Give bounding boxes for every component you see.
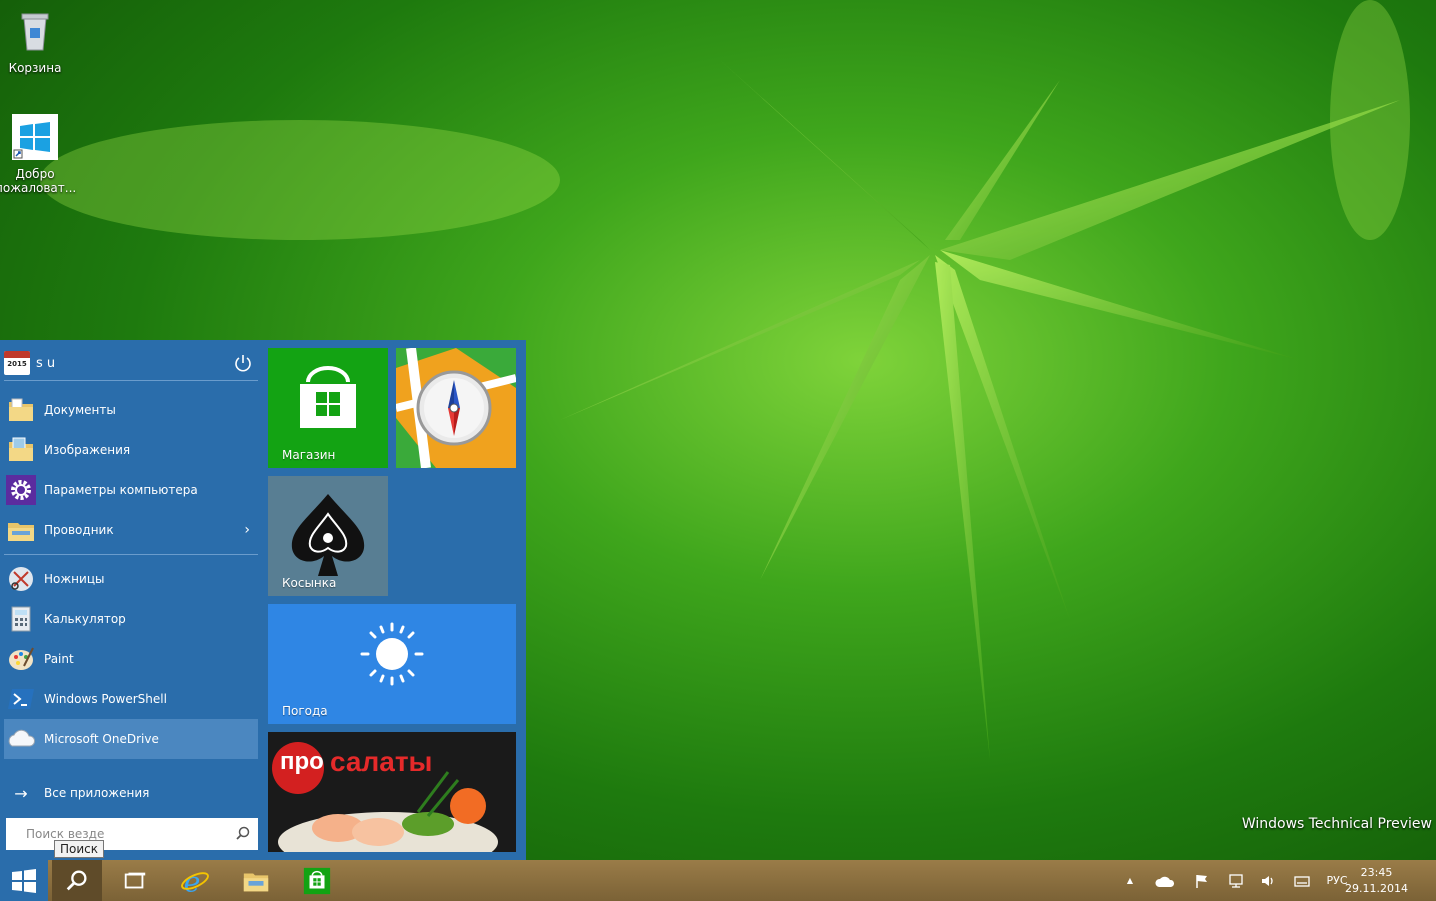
tile-maps[interactable] bbox=[396, 348, 516, 468]
menu-item-calculator[interactable]: Калькулятор bbox=[4, 599, 258, 639]
taskbar-store[interactable] bbox=[292, 860, 342, 901]
power-icon[interactable] bbox=[232, 352, 254, 374]
gear-icon bbox=[6, 475, 36, 505]
all-apps-button[interactable]: → Все приложения bbox=[4, 780, 258, 806]
menu-item-label: Документы bbox=[44, 403, 116, 417]
windows-logo-icon bbox=[12, 114, 58, 160]
desktop-icon-recycle-bin[interactable]: Корзина bbox=[0, 8, 75, 75]
tile-store[interactable]: Магазин bbox=[268, 348, 388, 468]
logo-text-pro: про bbox=[280, 748, 324, 775]
tray-volume[interactable] bbox=[1256, 860, 1280, 901]
menu-item-label: Windows PowerShell bbox=[44, 692, 167, 706]
powershell-icon bbox=[8, 689, 34, 709]
search-box[interactable]: Поиск везде bbox=[6, 818, 258, 850]
menu-item-label: Параметры компьютера bbox=[44, 483, 198, 497]
network-icon bbox=[1229, 873, 1243, 888]
menu-item-explorer[interactable]: Проводник › bbox=[4, 510, 258, 550]
menu-item-pictures[interactable]: Изображения bbox=[4, 430, 258, 470]
search-input[interactable]: Поиск везде bbox=[6, 827, 234, 841]
tray-clock[interactable]: 23:45 29.11.2014 bbox=[1345, 865, 1408, 897]
clock-time: 23:45 bbox=[1360, 866, 1393, 879]
tray-action-center[interactable] bbox=[1190, 860, 1214, 901]
user-row[interactable]: 2015 s u bbox=[4, 346, 258, 381]
keyboard-icon bbox=[1294, 875, 1310, 887]
menu-item-label: Microsoft OneDrive bbox=[44, 732, 159, 746]
tile-solitaire[interactable]: Косынка bbox=[268, 476, 388, 596]
recycle-bin-icon bbox=[21, 13, 49, 51]
taskbar-internet-explorer[interactable]: e bbox=[170, 860, 220, 901]
menu-item-label: Калькулятор bbox=[44, 612, 126, 626]
tile-weather[interactable]: Погода bbox=[268, 604, 516, 724]
menu-item-powershell[interactable]: Windows PowerShell bbox=[4, 679, 258, 719]
tray-keyboard[interactable] bbox=[1290, 860, 1314, 901]
internet-explorer-icon: e bbox=[181, 866, 209, 896]
cloud-icon bbox=[8, 729, 36, 747]
menu-item-pc-settings[interactable]: Параметры компьютера bbox=[4, 470, 258, 510]
chevron-right-icon[interactable]: › bbox=[244, 522, 250, 538]
taskbar: e ▲ РУС 23:45 29.11.2014 bbox=[0, 860, 1436, 901]
all-apps-label: Все приложения bbox=[44, 786, 150, 800]
speaker-icon bbox=[1262, 875, 1273, 886]
windows-logo-icon bbox=[12, 868, 36, 893]
explorer-folder-icon bbox=[8, 523, 34, 541]
tray-network[interactable] bbox=[1224, 860, 1248, 901]
menu-item-label: Проводник bbox=[44, 523, 114, 537]
maps-compass-icon bbox=[396, 348, 516, 468]
tile-pro-salaty[interactable]: про салаты bbox=[268, 732, 516, 852]
desktop-icon-label: Корзина bbox=[8, 61, 62, 75]
task-view-button[interactable] bbox=[110, 860, 160, 901]
menu-item-paint[interactable]: Paint bbox=[4, 639, 258, 679]
start-button[interactable] bbox=[0, 860, 48, 901]
menu-item-onedrive[interactable]: Microsoft OneDrive bbox=[4, 719, 258, 759]
scissors-icon bbox=[9, 567, 33, 591]
divider bbox=[4, 554, 258, 555]
taskbar-search-button[interactable] bbox=[52, 860, 102, 901]
tray-overflow-button[interactable]: ▲ bbox=[1120, 860, 1140, 901]
pictures-folder-icon bbox=[9, 437, 33, 461]
menu-item-label: Ножницы bbox=[44, 572, 105, 586]
cloud-icon bbox=[1155, 876, 1175, 887]
flag-icon bbox=[1196, 874, 1207, 888]
folder-icon bbox=[243, 873, 269, 891]
taskbar-file-explorer[interactable] bbox=[231, 860, 281, 901]
desktop-icon-label: Добро пожаловат... bbox=[0, 167, 77, 195]
tray-onedrive[interactable] bbox=[1152, 860, 1178, 901]
start-menu: 2015 s u Документы Изображения Параметры… bbox=[0, 340, 526, 860]
search-icon bbox=[66, 870, 87, 890]
user-name: s u bbox=[36, 355, 56, 371]
menu-item-label: Изображения bbox=[44, 443, 131, 457]
menu-item-label: Paint bbox=[44, 652, 74, 666]
search-tooltip: Поиск bbox=[54, 840, 105, 858]
calendar-avatar-icon: 2015 bbox=[4, 351, 30, 375]
task-view-icon bbox=[124, 872, 146, 888]
paint-palette-icon bbox=[9, 647, 34, 670]
logo-text-salaty: салаты bbox=[330, 746, 433, 777]
arrow-right-icon: → bbox=[14, 783, 28, 803]
start-menu-list: 2015 s u Документы Изображения Параметры… bbox=[0, 340, 262, 860]
store-bag-icon bbox=[303, 867, 331, 894]
chevron-up-icon: ▲ bbox=[1126, 876, 1134, 885]
os-watermark: Windows Technical Preview bbox=[1241, 816, 1432, 832]
calculator-icon bbox=[11, 606, 31, 632]
tile-label: Магазин bbox=[282, 448, 336, 462]
tile-label: Косынка bbox=[282, 576, 337, 590]
desktop-icon-welcome[interactable]: Добро пожаловат... bbox=[0, 114, 77, 195]
menu-item-documents[interactable]: Документы bbox=[4, 390, 258, 430]
documents-folder-icon bbox=[9, 398, 33, 421]
menu-item-snipping-tool[interactable]: Ножницы bbox=[4, 559, 258, 599]
menu-list: Документы Изображения Параметры компьюте… bbox=[4, 390, 258, 759]
search-icon[interactable] bbox=[234, 825, 252, 843]
tile-label: Погода bbox=[282, 704, 328, 718]
clock-date: 29.11.2014 bbox=[1345, 882, 1408, 895]
